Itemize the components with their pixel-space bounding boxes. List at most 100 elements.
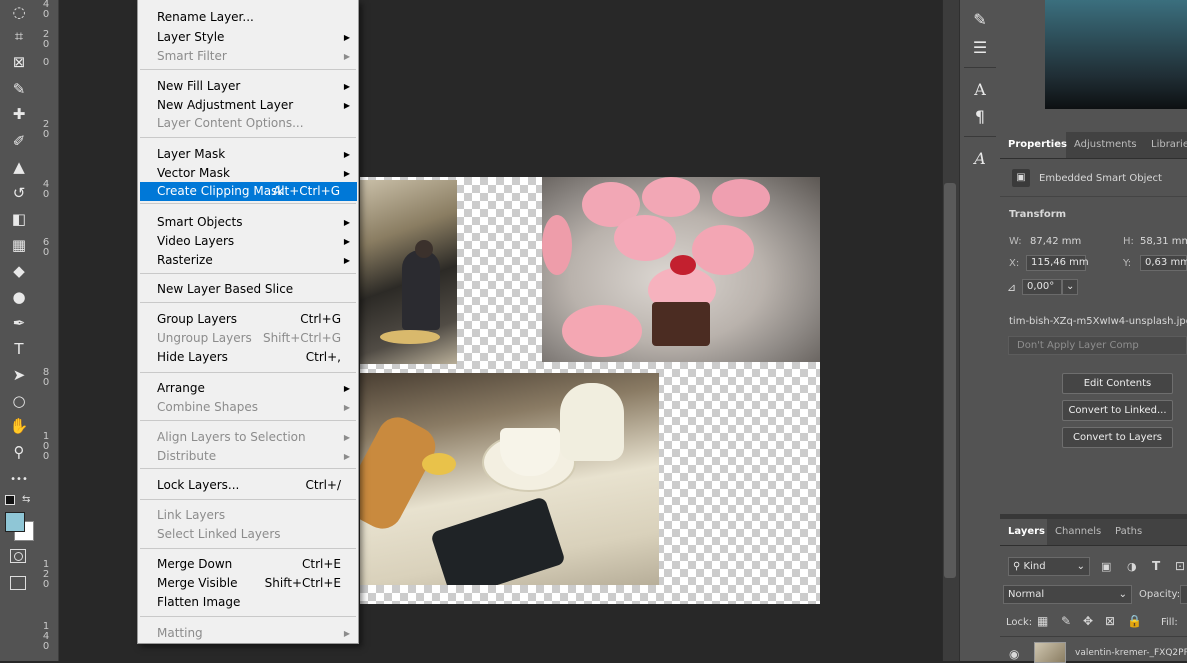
- ruler-number: 0: [42, 57, 50, 68]
- menu-item-flatten-image[interactable]: Flatten Image: [138, 593, 358, 612]
- clone-stamp-tool-icon[interactable]: ▲: [9, 157, 29, 177]
- brush-tool-icon[interactable]: ✐: [9, 131, 29, 151]
- swap-colors-icon[interactable]: ⇆: [22, 494, 30, 505]
- eraser-tool-icon[interactable]: ◧: [9, 209, 29, 229]
- lock-image-icon[interactable]: ✎: [1061, 614, 1071, 628]
- menu-item-label: Merge Visible: [157, 576, 238, 590]
- filter-type-icon[interactable]: T: [1152, 559, 1160, 573]
- foreground-color-swatch[interactable]: [5, 512, 25, 532]
- menu-item-new-layer-based-slice[interactable]: New Layer Based Slice: [138, 280, 358, 299]
- tab-libraries[interactable]: Libraries: [1143, 132, 1187, 158]
- adjustments-sliders-icon[interactable]: ☰: [970, 38, 990, 58]
- lasso-tool-icon[interactable]: ◌: [9, 2, 29, 22]
- menu-item-rename-layer[interactable]: Rename Layer...: [138, 8, 358, 27]
- tea-table-photo[interactable]: [360, 373, 659, 585]
- color-picker-field[interactable]: [1045, 0, 1187, 109]
- more-tools-icon[interactable]: •••: [9, 470, 29, 490]
- width-value[interactable]: 87,42 mm: [1030, 236, 1081, 247]
- layer-thumbnail[interactable]: [1034, 642, 1066, 663]
- menu-item-create-clipping-mask[interactable]: Create Clipping Mask Alt+Ctrl+G: [140, 182, 357, 201]
- menu-item-video-layers[interactable]: Video Layers ▶: [138, 232, 358, 251]
- lock-artboard-icon[interactable]: ⊠: [1105, 614, 1115, 628]
- filter-adjustment-icon[interactable]: ◑: [1127, 560, 1137, 573]
- cafe-photo[interactable]: [360, 180, 457, 364]
- brush-settings-icon[interactable]: ✎: [970, 10, 990, 30]
- crop-tool-icon[interactable]: ⌗: [9, 26, 29, 46]
- layer-comp-select[interactable]: Don't Apply Layer Comp: [1008, 336, 1187, 355]
- edit-contents-button[interactable]: Edit Contents: [1062, 373, 1173, 394]
- menu-item-label: Smart Objects: [157, 215, 243, 229]
- filter-pixel-icon[interactable]: ▣: [1101, 560, 1111, 573]
- screen-mode-icon[interactable]: [10, 576, 26, 590]
- layer-visibility-eye-icon[interactable]: ◉: [1009, 647, 1019, 661]
- lock-all-icon[interactable]: 🔒: [1127, 614, 1142, 628]
- tab-channels[interactable]: Channels: [1047, 519, 1107, 545]
- glyphs-icon[interactable]: A: [970, 149, 990, 169]
- menu-item-merge-down[interactable]: Merge Down Ctrl+E: [138, 555, 358, 574]
- search-icon: ⚲: [1013, 561, 1021, 572]
- filter-shape-icon[interactable]: ⊡: [1175, 559, 1185, 573]
- history-brush-tool-icon[interactable]: ↺: [9, 183, 29, 203]
- tab-adjustments[interactable]: Adjustments: [1066, 132, 1143, 158]
- menu-item-group-layers[interactable]: Group Layers Ctrl+G: [138, 310, 358, 329]
- dodge-tool-icon[interactable]: ●: [9, 287, 29, 307]
- convert-to-layers-button[interactable]: Convert to Layers: [1062, 427, 1173, 448]
- hand-tool-icon[interactable]: ✋: [9, 416, 29, 436]
- tab-properties[interactable]: Properties: [1000, 132, 1067, 158]
- menu-separator: [140, 273, 356, 274]
- ruler-number: 2 0: [42, 29, 50, 50]
- healing-brush-tool-icon[interactable]: ✚: [9, 104, 29, 124]
- menu-item-merge-visible[interactable]: Merge Visible Shift+Ctrl+E: [138, 574, 358, 593]
- menu-item-lock-layers[interactable]: Lock Layers... Ctrl+/: [138, 476, 358, 495]
- eyedropper-tool-icon[interactable]: ✎: [9, 79, 29, 99]
- frame-tool-icon[interactable]: ⊠: [9, 52, 29, 72]
- convert-to-linked-button[interactable]: Convert to Linked...: [1062, 400, 1173, 421]
- document-canvas[interactable]: [360, 177, 820, 604]
- ruler-number: 4 0: [42, 0, 50, 20]
- ruler-number: 1 0 0: [42, 431, 50, 462]
- quick-mask-icon[interactable]: [10, 549, 26, 563]
- type-tool-icon[interactable]: T: [9, 339, 29, 359]
- menu-item-combine-shapes: Combine Shapes ▶: [138, 398, 358, 417]
- menu-item-layer-mask[interactable]: Layer Mask ▶: [138, 145, 358, 164]
- layer-kind-label: Embedded Smart Object: [1039, 173, 1162, 184]
- layer-filter-kind[interactable]: ⚲ Kind ⌄: [1008, 557, 1090, 576]
- layer-name[interactable]: valentin-kremer-_FXQ2PP: [1075, 648, 1187, 658]
- menu-item-new-adjustment-layer[interactable]: New Adjustment Layer ▶: [138, 96, 358, 115]
- menu-item-shortcut: Ctrl+E: [302, 557, 341, 571]
- ellipse-tool-icon[interactable]: ○: [9, 391, 29, 411]
- properties-tabbar: Properties Adjustments Libraries: [1000, 132, 1187, 159]
- lock-transparent-icon[interactable]: ▦: [1037, 614, 1048, 628]
- angle-dropdown[interactable]: ⌄: [1062, 279, 1078, 295]
- character-icon[interactable]: A: [970, 80, 990, 100]
- zoom-tool-icon[interactable]: ⚲: [9, 442, 29, 462]
- opacity-field[interactable]: [1180, 585, 1187, 604]
- menu-item-layer-style[interactable]: Layer Style ▶: [138, 28, 358, 47]
- menu-item-smart-objects[interactable]: Smart Objects ▶: [138, 213, 358, 232]
- blend-mode-select[interactable]: Normal ⌄: [1003, 585, 1132, 604]
- lock-position-icon[interactable]: ✥: [1083, 614, 1093, 628]
- menu-item-rasterize[interactable]: Rasterize ▶: [138, 251, 358, 270]
- menu-item-vector-mask[interactable]: Vector Mask ▶: [138, 164, 358, 183]
- cupcakes-photo[interactable]: [542, 177, 820, 362]
- menu-item-arrange[interactable]: Arrange ▶: [138, 379, 358, 398]
- menu-item-label: Lock Layers...: [157, 478, 240, 492]
- blur-tool-icon[interactable]: ◆: [9, 261, 29, 281]
- pen-tool-icon[interactable]: ✒: [9, 313, 29, 333]
- tab-paths[interactable]: Paths: [1107, 519, 1152, 545]
- paragraph-icon[interactable]: ¶: [970, 107, 990, 127]
- height-value[interactable]: 58,31 mm: [1140, 236, 1187, 247]
- menu-item-new-fill-layer[interactable]: New Fill Layer ▶: [138, 77, 358, 96]
- y-position-field[interactable]: 0,63 mm: [1140, 255, 1187, 271]
- scrollbar-thumb[interactable]: [944, 183, 956, 578]
- menu-item-shortcut: Ctrl+/: [305, 478, 341, 492]
- x-position-field[interactable]: 115,46 mm: [1026, 255, 1089, 271]
- path-selection-tool-icon[interactable]: ➤: [9, 365, 29, 385]
- menu-item-hide-layers[interactable]: Hide Layers Ctrl+,: [138, 348, 358, 367]
- gradient-tool-icon[interactable]: ▦: [9, 235, 29, 255]
- menu-item-label: Link Layers: [157, 508, 226, 522]
- default-colors-icon[interactable]: [5, 495, 15, 505]
- tab-layers[interactable]: Layers: [1000, 519, 1047, 545]
- angle-field[interactable]: 0,00°: [1022, 279, 1062, 295]
- menu-item-select-linked-layers: Select Linked Layers: [138, 525, 358, 544]
